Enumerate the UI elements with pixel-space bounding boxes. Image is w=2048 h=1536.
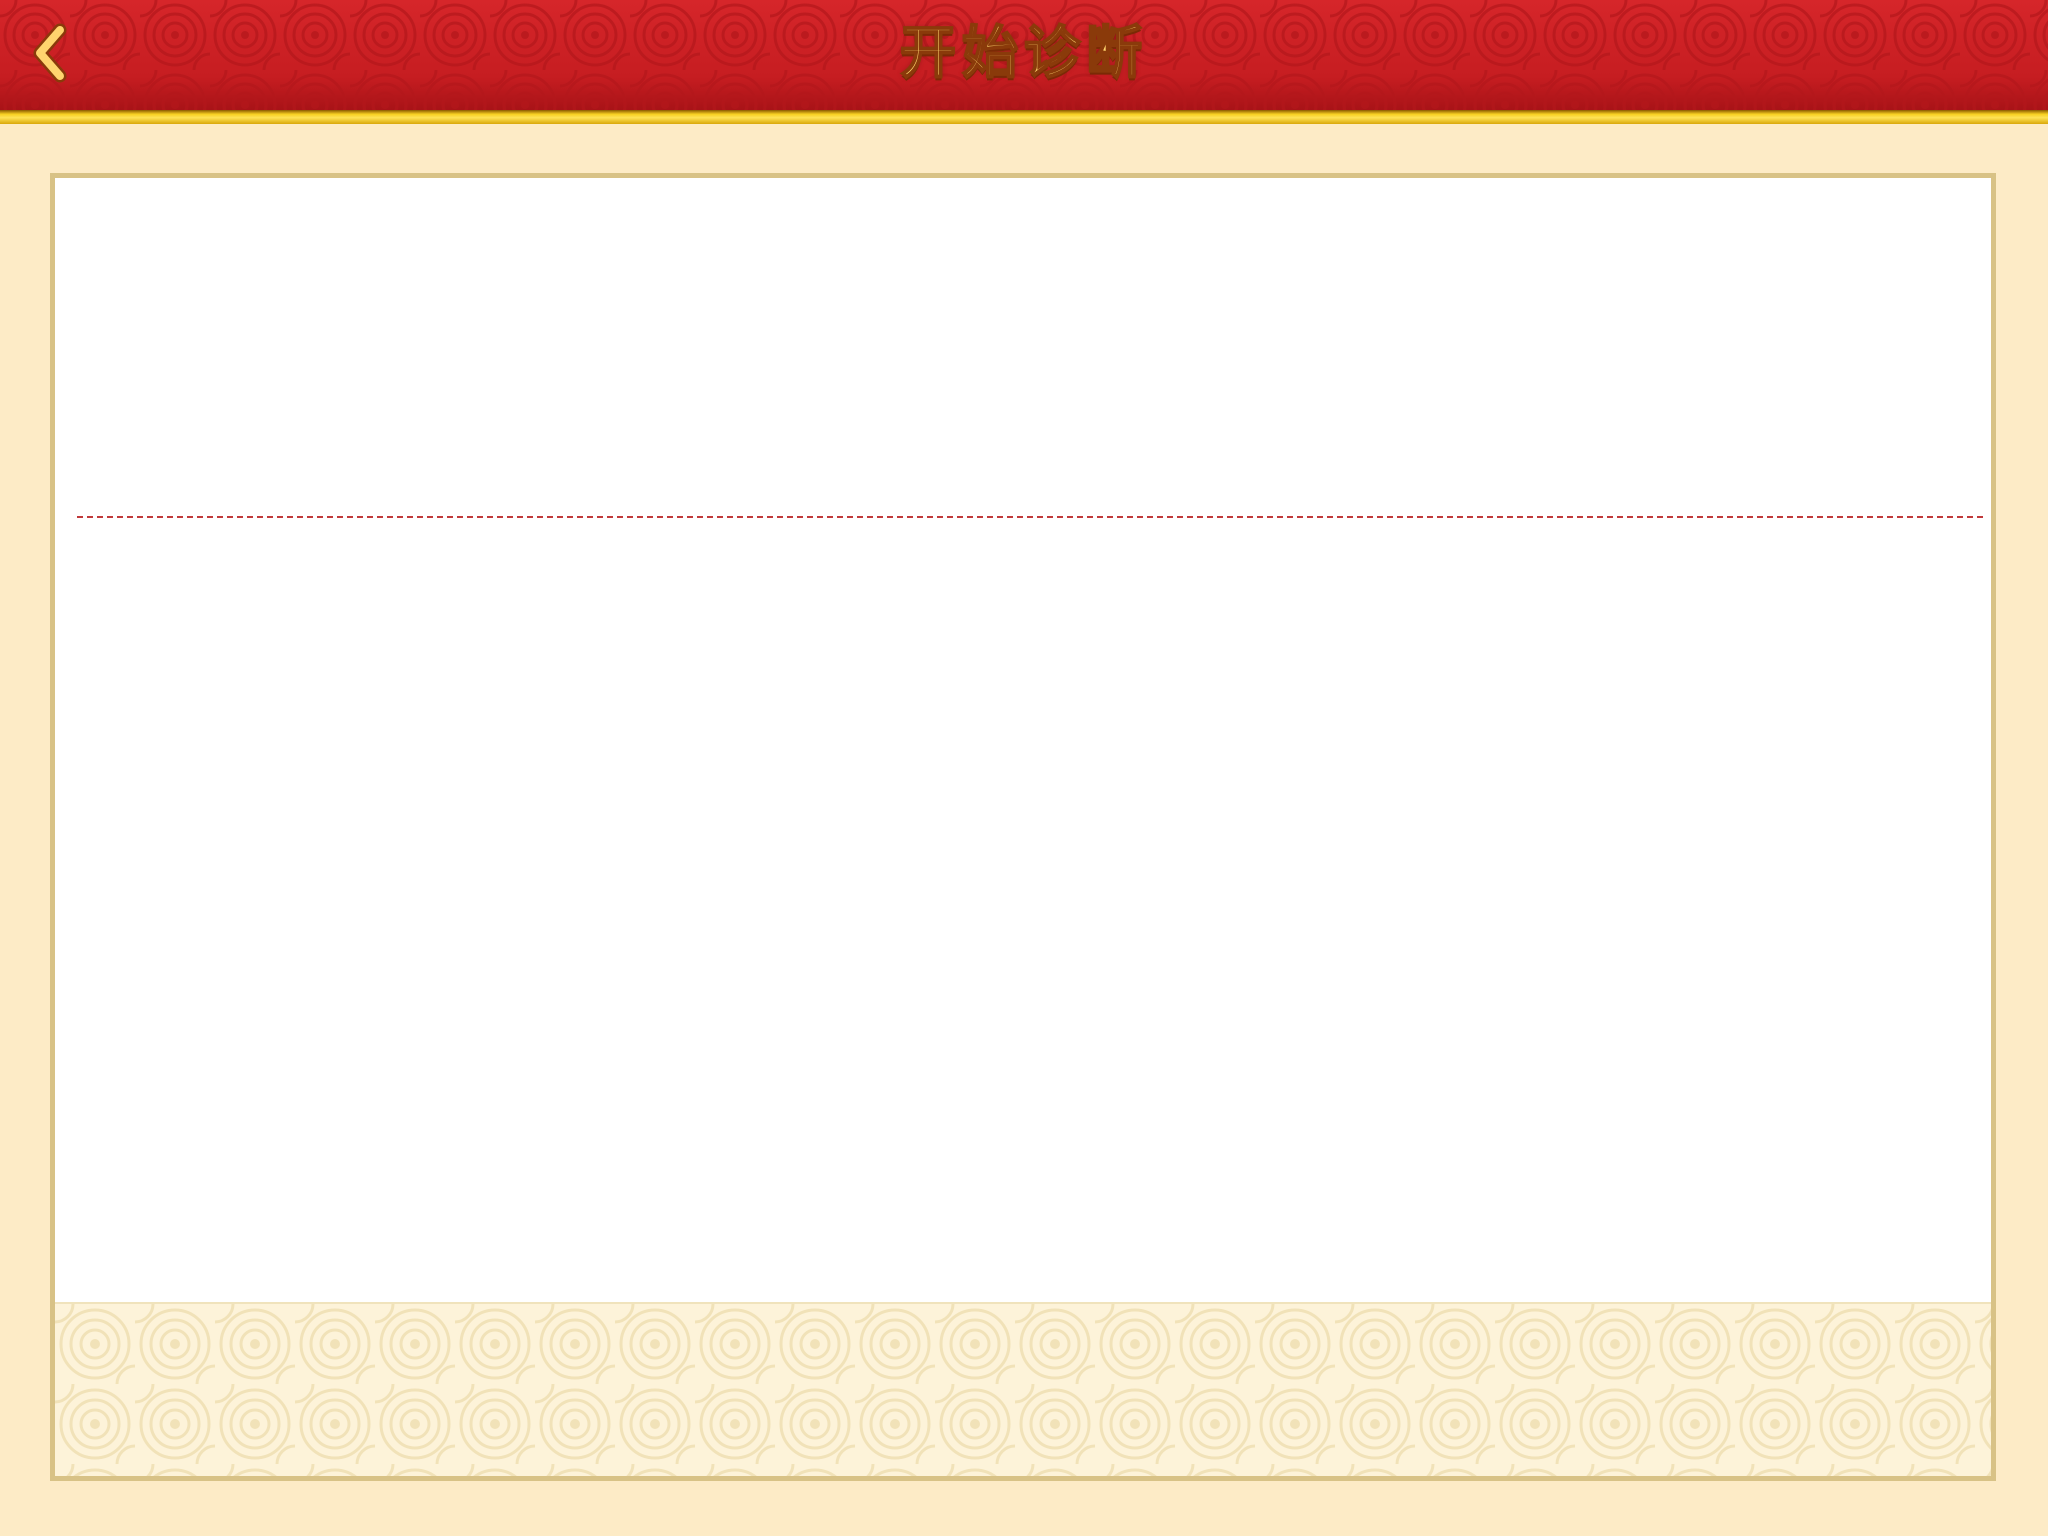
cloud-swirl-pattern	[55, 1304, 1991, 1476]
back-button[interactable]	[22, 18, 84, 88]
page-title: 开始诊断	[899, 20, 1148, 87]
diagnosis-content-panel	[50, 173, 1996, 1481]
panel-footer-decoration	[55, 1302, 1991, 1476]
chevron-left-icon	[33, 23, 67, 83]
header-gold-trim	[0, 110, 2048, 124]
dashed-divider	[77, 516, 1983, 518]
top-navigation-bar: 开始诊断	[0, 0, 2048, 110]
